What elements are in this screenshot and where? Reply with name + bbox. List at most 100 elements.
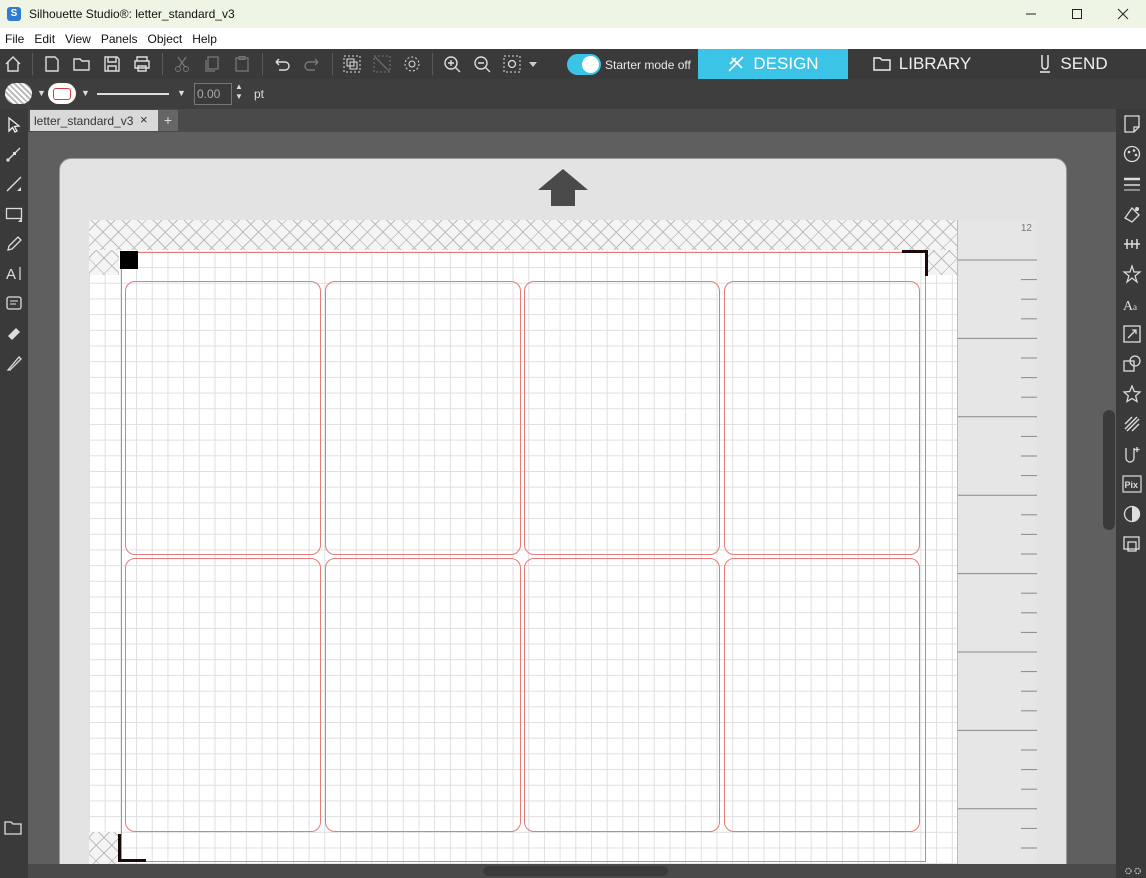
horizontal-scroll-track <box>28 864 1116 878</box>
cut-shape-cell[interactable] <box>324 281 521 555</box>
modify-panel-icon[interactable] <box>1122 354 1142 374</box>
document-tab[interactable]: letter_standard_v3 <box>30 110 158 131</box>
close-tab-icon[interactable]: × <box>140 112 148 127</box>
tab-design-label: DESIGN <box>753 54 819 73</box>
line-style-preview[interactable] <box>97 93 169 95</box>
point-edit-tool-icon[interactable] <box>4 144 24 164</box>
cut-icon[interactable] <box>172 54 192 74</box>
vertical-scrollbar[interactable] <box>1103 410 1115 530</box>
svg-text:a: a <box>1133 302 1137 312</box>
toggle-switch[interactable] <box>567 54 601 75</box>
trace-panel-icon[interactable] <box>1122 444 1142 464</box>
cut-shape-cell[interactable] <box>723 557 920 832</box>
menu-help[interactable]: Help <box>187 32 222 46</box>
line-width-stepper[interactable]: ▲ ▼ <box>235 82 243 102</box>
print-icon[interactable] <box>132 54 152 74</box>
tab-send-label: SEND <box>1060 54 1108 73</box>
folder-icon <box>873 56 891 72</box>
undo-icon[interactable] <box>272 54 292 74</box>
menu-panels[interactable]: Panels <box>96 32 143 46</box>
cut-shape-cell[interactable] <box>125 281 321 555</box>
design-icon <box>727 55 745 73</box>
load-direction-arrow-icon <box>538 169 588 206</box>
pencil-tool-icon[interactable] <box>4 234 24 254</box>
blade-icon <box>1038 54 1052 74</box>
print-cut-panel-icon[interactable] <box>1122 534 1142 554</box>
left-no-cut-margin <box>89 250 119 275</box>
starter-mode-toggle[interactable]: Starter mode off <box>567 54 691 75</box>
contrast-panel-icon[interactable] <box>1122 504 1142 524</box>
properties-bar: ▼ ▼ ▼ <box>0 79 1146 109</box>
text-box-tool-icon[interactable] <box>4 293 24 313</box>
cut-shape-cell[interactable] <box>524 281 720 555</box>
title-bar: S Silhouette Studio®: letter_standard_v3 <box>0 0 1146 28</box>
open-folder-icon[interactable] <box>72 54 92 74</box>
line-width-input[interactable] <box>194 83 232 105</box>
ungroup-icon[interactable] <box>372 54 392 74</box>
new-document-icon[interactable] <box>42 54 62 74</box>
rectangle-tool-icon[interactable] <box>4 204 24 224</box>
favorites-star-icon[interactable] <box>1122 384 1142 404</box>
cut-shape-cell[interactable] <box>125 557 321 832</box>
menu-edit[interactable]: Edit <box>29 32 60 46</box>
design-workspace[interactable]: 12 <box>28 132 1116 864</box>
fill-dropdown-icon[interactable]: ▼ <box>37 88 46 98</box>
add-tab-button[interactable]: + <box>158 110 178 131</box>
line-color-swatch[interactable] <box>48 83 76 104</box>
close-window-button[interactable] <box>1100 0 1146 28</box>
eraser-tool-icon[interactable] <box>4 323 24 343</box>
save-icon[interactable] <box>102 54 122 74</box>
replicate-panel-icon[interactable] <box>1122 264 1142 284</box>
group-icon[interactable] <box>342 54 362 74</box>
zoom-out-icon[interactable] <box>472 54 492 74</box>
fill-color-panel-icon[interactable] <box>1122 144 1142 164</box>
minimize-button[interactable] <box>1008 0 1054 28</box>
tab-design[interactable]: DESIGN <box>698 49 848 79</box>
transform-panel-icon[interactable] <box>1122 324 1142 344</box>
text-style-panel-icon[interactable]: Aa <box>1122 294 1142 314</box>
maximize-button[interactable] <box>1054 0 1100 28</box>
tab-library-label: LIBRARY <box>898 54 972 73</box>
cut-shape-cell[interactable] <box>723 281 920 555</box>
page-setup-icon[interactable] <box>1122 114 1142 134</box>
menu-file[interactable]: File <box>0 32 29 46</box>
fill-color-swatch[interactable] <box>5 83 32 104</box>
knife-tool-icon[interactable] <box>4 353 24 373</box>
text-tool-icon[interactable]: A <box>4 263 24 283</box>
tab-library[interactable]: LIBRARY <box>848 49 996 79</box>
menu-object[interactable]: Object <box>143 32 188 46</box>
pixscan-icon[interactable]: Pix <box>1122 474 1142 494</box>
settings-gears-icon[interactable] <box>1120 864 1146 878</box>
registration-mark-square <box>120 251 138 269</box>
tab-send[interactable]: SEND <box>1000 49 1146 79</box>
line-color-dropdown-icon[interactable]: ▼ <box>81 88 90 98</box>
starter-mode-label: Starter mode off <box>605 57 691 72</box>
copy-icon[interactable] <box>202 54 222 74</box>
cut-shape-cell[interactable] <box>324 557 521 832</box>
document-tab-label: letter_standard_v3 <box>34 114 134 128</box>
fill-pattern-icon[interactable] <box>1122 204 1142 224</box>
line-style-panel-icon[interactable] <box>1122 174 1142 194</box>
zoom-dropdown-icon[interactable] <box>526 54 540 74</box>
left-tool-rail: A <box>0 109 28 878</box>
zoom-in-icon[interactable] <box>442 54 462 74</box>
menu-view[interactable]: View <box>60 32 96 46</box>
sketch-panel-icon[interactable] <box>1122 414 1142 434</box>
compound-path-icon[interactable] <box>402 54 422 74</box>
line-style-dropdown-icon[interactable]: ▼ <box>177 88 186 98</box>
cut-shape-cell[interactable] <box>524 557 720 832</box>
registration-mark-top-right <box>902 250 928 276</box>
vertical-ruler: 12 <box>957 220 1037 864</box>
align-panel-icon[interactable] <box>1122 234 1142 254</box>
zoom-fit-icon[interactable] <box>502 54 522 74</box>
line-tool-icon[interactable] <box>4 174 24 194</box>
redo-icon[interactable] <box>302 54 322 74</box>
svg-text:A: A <box>6 266 16 282</box>
app-logo-icon: S <box>7 7 21 21</box>
menu-bar: File Edit View Panels Object Help <box>0 28 1146 49</box>
select-tool-icon[interactable] <box>4 115 24 135</box>
home-icon[interactable] <box>3 54 23 74</box>
svg-text:Pix: Pix <box>1125 480 1139 490</box>
paste-icon[interactable] <box>232 54 252 74</box>
horizontal-scrollbar[interactable] <box>483 866 668 876</box>
